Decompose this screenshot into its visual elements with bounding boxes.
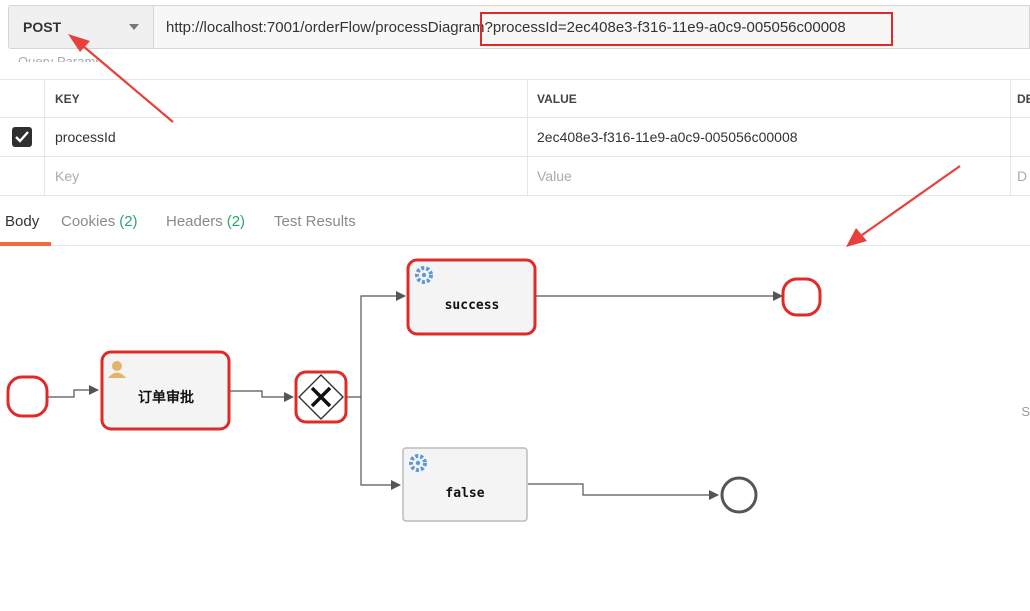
tab-label: Body [5,212,40,230]
exclusive-gateway [294,370,348,424]
tab-test-results[interactable]: Test Results [274,196,356,246]
checkbox-checked-icon[interactable] [12,127,32,147]
new-description-input[interactable]: D [1011,157,1030,195]
edge-start-to-approve [47,385,99,398]
task-approve: 订单审批 [100,350,231,431]
param-value-input[interactable]: 2ec408e3-f316-11e9-a0c9-005056c00008 [528,118,1011,156]
edge-gateway-to-false [360,397,401,490]
edge-gateway-to-success [347,291,406,398]
end-event-success [781,277,822,317]
process-diagram: 订单审批 success false [6,258,822,522]
empty-check-cell [0,157,45,195]
response-tabs: Body Cookies (2) Headers (2) Test Result… [0,196,1030,419]
start-event [6,375,49,418]
tab-body[interactable]: Body [5,196,39,246]
url-text: http://localhost:7001/orderFlow/processD… [166,18,846,36]
task-false: false [402,447,528,522]
tab-count: (2) [226,212,246,230]
task-approve-label: 订单审批 [138,389,194,406]
header-check-cell [0,80,45,117]
header-value: VALUE [528,80,1011,117]
param-key-input[interactable]: processId [45,118,528,156]
active-tab-underline [0,242,51,246]
method-select[interactable]: POST [8,5,153,49]
params-header-row: KEY VALUE DE [0,79,1030,118]
tab-cookies[interactable]: Cookies (2) [61,196,138,246]
table-row: Key Value D [0,157,1030,196]
chevron-down-icon [129,24,139,30]
new-value-input[interactable]: Value [528,157,1011,195]
task-false-label: false [445,486,484,501]
task-success-label: success [445,298,500,313]
url-input[interactable]: http://localhost:7001/orderFlow/processD… [153,5,1030,49]
end-event-false [720,476,758,514]
tab-count: (2) [119,212,138,230]
edge-false-to-end [528,483,719,500]
tab-label: Cookies [61,212,116,230]
edge-approve-to-gateway [229,390,294,402]
request-bar: POST http://localhost:7001/orderFlow/pro… [0,0,1030,56]
param-checkbox-cell[interactable] [0,118,45,156]
section-label-cutoff: Query Params [18,54,102,62]
params-table: KEY VALUE DE processId 2ec408e3-f316-11e… [0,79,1030,196]
header-description: DE [1017,91,1030,106]
param-description-input[interactable] [1011,118,1030,156]
tab-label: Headers [166,212,223,230]
method-label: POST [23,19,62,35]
tab-label: Test Results [274,212,356,230]
header-key: KEY [45,80,528,117]
task-success: success [406,258,537,336]
tab-headers[interactable]: Headers (2) [166,196,245,246]
new-key-input[interactable]: Key [45,157,528,195]
table-row: processId 2ec408e3-f316-11e9-a0c9-005056… [0,118,1030,157]
